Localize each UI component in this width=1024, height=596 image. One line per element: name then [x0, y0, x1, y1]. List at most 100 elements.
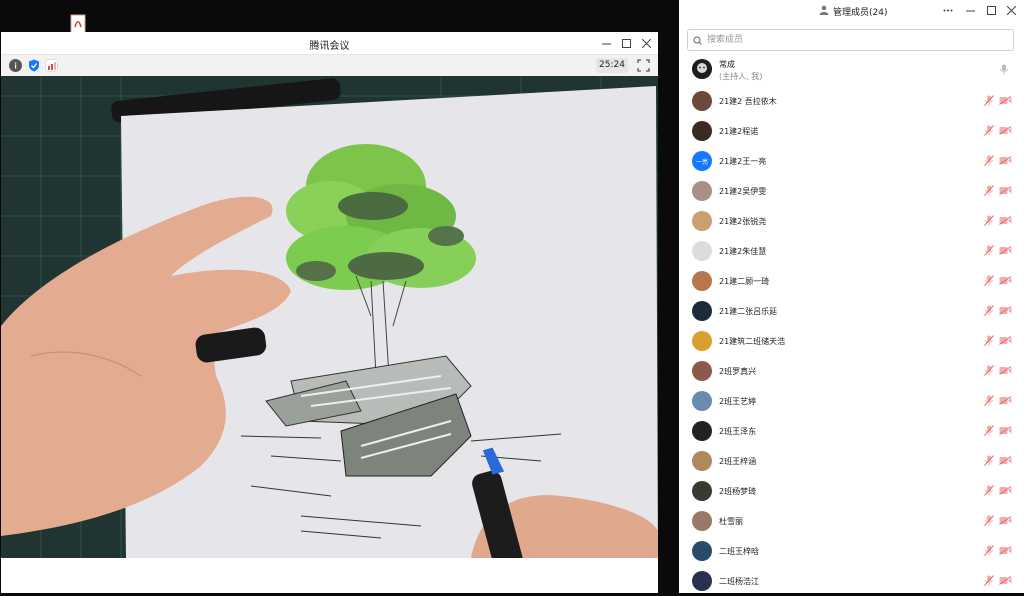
camera-off-icon[interactable] — [999, 156, 1012, 165]
mic-muted-icon[interactable] — [984, 515, 994, 526]
mic-muted-icon[interactable] — [984, 185, 994, 196]
member-avatar — [692, 331, 712, 351]
panel-close-button[interactable] — [1004, 3, 1018, 17]
member-list: 常成 (主持人, 我) 21建2 吾拉依木 21建2程诺一亮 21建2王一亮 21建2… — [679, 54, 1024, 596]
minimize-button[interactable] — [599, 36, 613, 50]
info-icon[interactable] — [9, 59, 22, 72]
member-row[interactable]: 2班王泽东 — [679, 416, 1024, 446]
member-avatar — [692, 91, 712, 111]
member-row[interactable]: 21建二张吕乐延 — [679, 296, 1024, 326]
avatar-text: 一亮 — [695, 158, 708, 166]
mic-muted-icon[interactable] — [984, 95, 994, 106]
fullscreen-icon[interactable] — [636, 58, 651, 73]
mic-muted-icon[interactable] — [984, 305, 994, 316]
member-row[interactable]: 2班杨梦琦 — [679, 476, 1024, 506]
panel-minimize-button[interactable] — [963, 3, 977, 17]
shared-video — [1, 76, 658, 558]
member-row[interactable]: 21建2吴伊雯 — [679, 176, 1024, 206]
panel-maximize-button[interactable] — [984, 3, 998, 17]
member-avatar — [692, 511, 712, 531]
member-name: 21建二张吕乐延 — [719, 307, 778, 316]
pdf-file-icon[interactable] — [68, 14, 88, 34]
camera-off-icon[interactable] — [999, 546, 1012, 555]
member-name: 21建二顾一琦 — [719, 277, 770, 286]
member-search-input[interactable] — [705, 31, 999, 49]
mic-muted-icon[interactable] — [984, 425, 994, 436]
mic-muted-icon[interactable] — [984, 395, 994, 406]
mic-muted-icon[interactable] — [984, 575, 994, 586]
member-avatar — [692, 121, 712, 141]
mic-muted-icon[interactable] — [984, 455, 994, 466]
member-name: 21建2吴伊雯 — [719, 187, 767, 196]
camera-off-icon[interactable] — [999, 456, 1012, 465]
meeting-title: 腾讯会议 — [309, 41, 350, 52]
meeting-window: 腾讯会议 25:24 — [1, 32, 658, 593]
mic-muted-icon[interactable] — [984, 545, 994, 556]
member-row[interactable]: 一亮 21建2王一亮 — [679, 146, 1024, 176]
members-titlebar: 管理成员(24) — [679, 0, 1024, 22]
member-avatar — [692, 451, 712, 471]
member-name: 2班杨梦琦 — [719, 487, 757, 496]
member-name: 21建2程诺 — [719, 127, 759, 136]
member-row[interactable]: 二班王梓晗 — [679, 536, 1024, 566]
camera-off-icon[interactable] — [999, 576, 1012, 585]
member-name: 21建2朱佳慧 — [719, 247, 767, 256]
member-avatar — [692, 241, 712, 261]
close-button[interactable] — [639, 36, 653, 50]
member-row[interactable]: 21建2朱佳慧 — [679, 236, 1024, 266]
camera-off-icon[interactable] — [999, 396, 1012, 405]
member-avatar — [692, 361, 712, 381]
mic-muted-icon[interactable] — [984, 275, 994, 286]
member-row[interactable]: 21建2 吾拉依木 — [679, 86, 1024, 116]
member-row[interactable]: 21建筑二班储天浩 — [679, 326, 1024, 356]
member-avatar — [692, 541, 712, 561]
camera-off-icon[interactable] — [999, 426, 1012, 435]
camera-off-icon[interactable] — [999, 216, 1012, 225]
member-avatar — [692, 271, 712, 291]
member-row[interactable]: 21建2张锐尧 — [679, 206, 1024, 236]
camera-off-icon[interactable] — [999, 186, 1012, 195]
member-name: 2班王泽东 — [719, 427, 757, 436]
members-panel: 管理成员(24) 常成 (主持人, 我) — [679, 0, 1024, 593]
mic-muted-icon[interactable] — [984, 245, 994, 256]
more-options-icon[interactable] — [941, 3, 955, 17]
member-row[interactable]: 21建二顾一琦 — [679, 266, 1024, 296]
mic-muted-icon[interactable] — [984, 155, 994, 166]
member-row[interactable]: 2班王艺婷 — [679, 386, 1024, 416]
member-name: 21建2张锐尧 — [719, 217, 767, 226]
member-name: 2班王梓涵 — [719, 457, 757, 466]
camera-off-icon[interactable] — [999, 486, 1012, 495]
host-name: 常成 — [719, 60, 735, 69]
microphone-icon[interactable] — [999, 64, 1009, 75]
member-avatar — [692, 301, 712, 321]
mic-muted-icon[interactable] — [984, 365, 994, 376]
member-row[interactable]: 2班罗真兴 — [679, 356, 1024, 386]
member-row[interactable]: 二班杨浩江 — [679, 566, 1024, 596]
member-avatar — [692, 211, 712, 231]
meeting-titlebar: 腾讯会议 — [1, 32, 658, 54]
mic-muted-icon[interactable] — [984, 335, 994, 346]
maximize-button[interactable] — [619, 36, 633, 50]
camera-off-icon[interactable] — [999, 306, 1012, 315]
member-row-host[interactable]: 常成 (主持人, 我) — [679, 54, 1024, 86]
member-row[interactable]: 杜雪丽 — [679, 506, 1024, 536]
member-row[interactable]: 21建2程诺 — [679, 116, 1024, 146]
mic-muted-icon[interactable] — [984, 485, 994, 496]
member-search-box[interactable] — [687, 29, 1014, 51]
camera-off-icon[interactable] — [999, 276, 1012, 285]
member-row[interactable]: 2班王梓涵 — [679, 446, 1024, 476]
mic-muted-icon[interactable] — [984, 125, 994, 136]
signal-icon[interactable] — [45, 59, 58, 72]
member-name: 二班杨浩江 — [719, 577, 759, 586]
camera-off-icon[interactable] — [999, 96, 1012, 105]
search-icon — [693, 36, 702, 45]
camera-off-icon[interactable] — [999, 366, 1012, 375]
member-avatar — [692, 391, 712, 411]
mic-muted-icon[interactable] — [984, 215, 994, 226]
camera-off-icon[interactable] — [999, 336, 1012, 345]
camera-off-icon[interactable] — [999, 246, 1012, 255]
member-name: 21建2 吾拉依木 — [719, 97, 777, 106]
camera-off-icon[interactable] — [999, 516, 1012, 525]
shield-icon[interactable] — [27, 59, 40, 72]
camera-off-icon[interactable] — [999, 126, 1012, 135]
